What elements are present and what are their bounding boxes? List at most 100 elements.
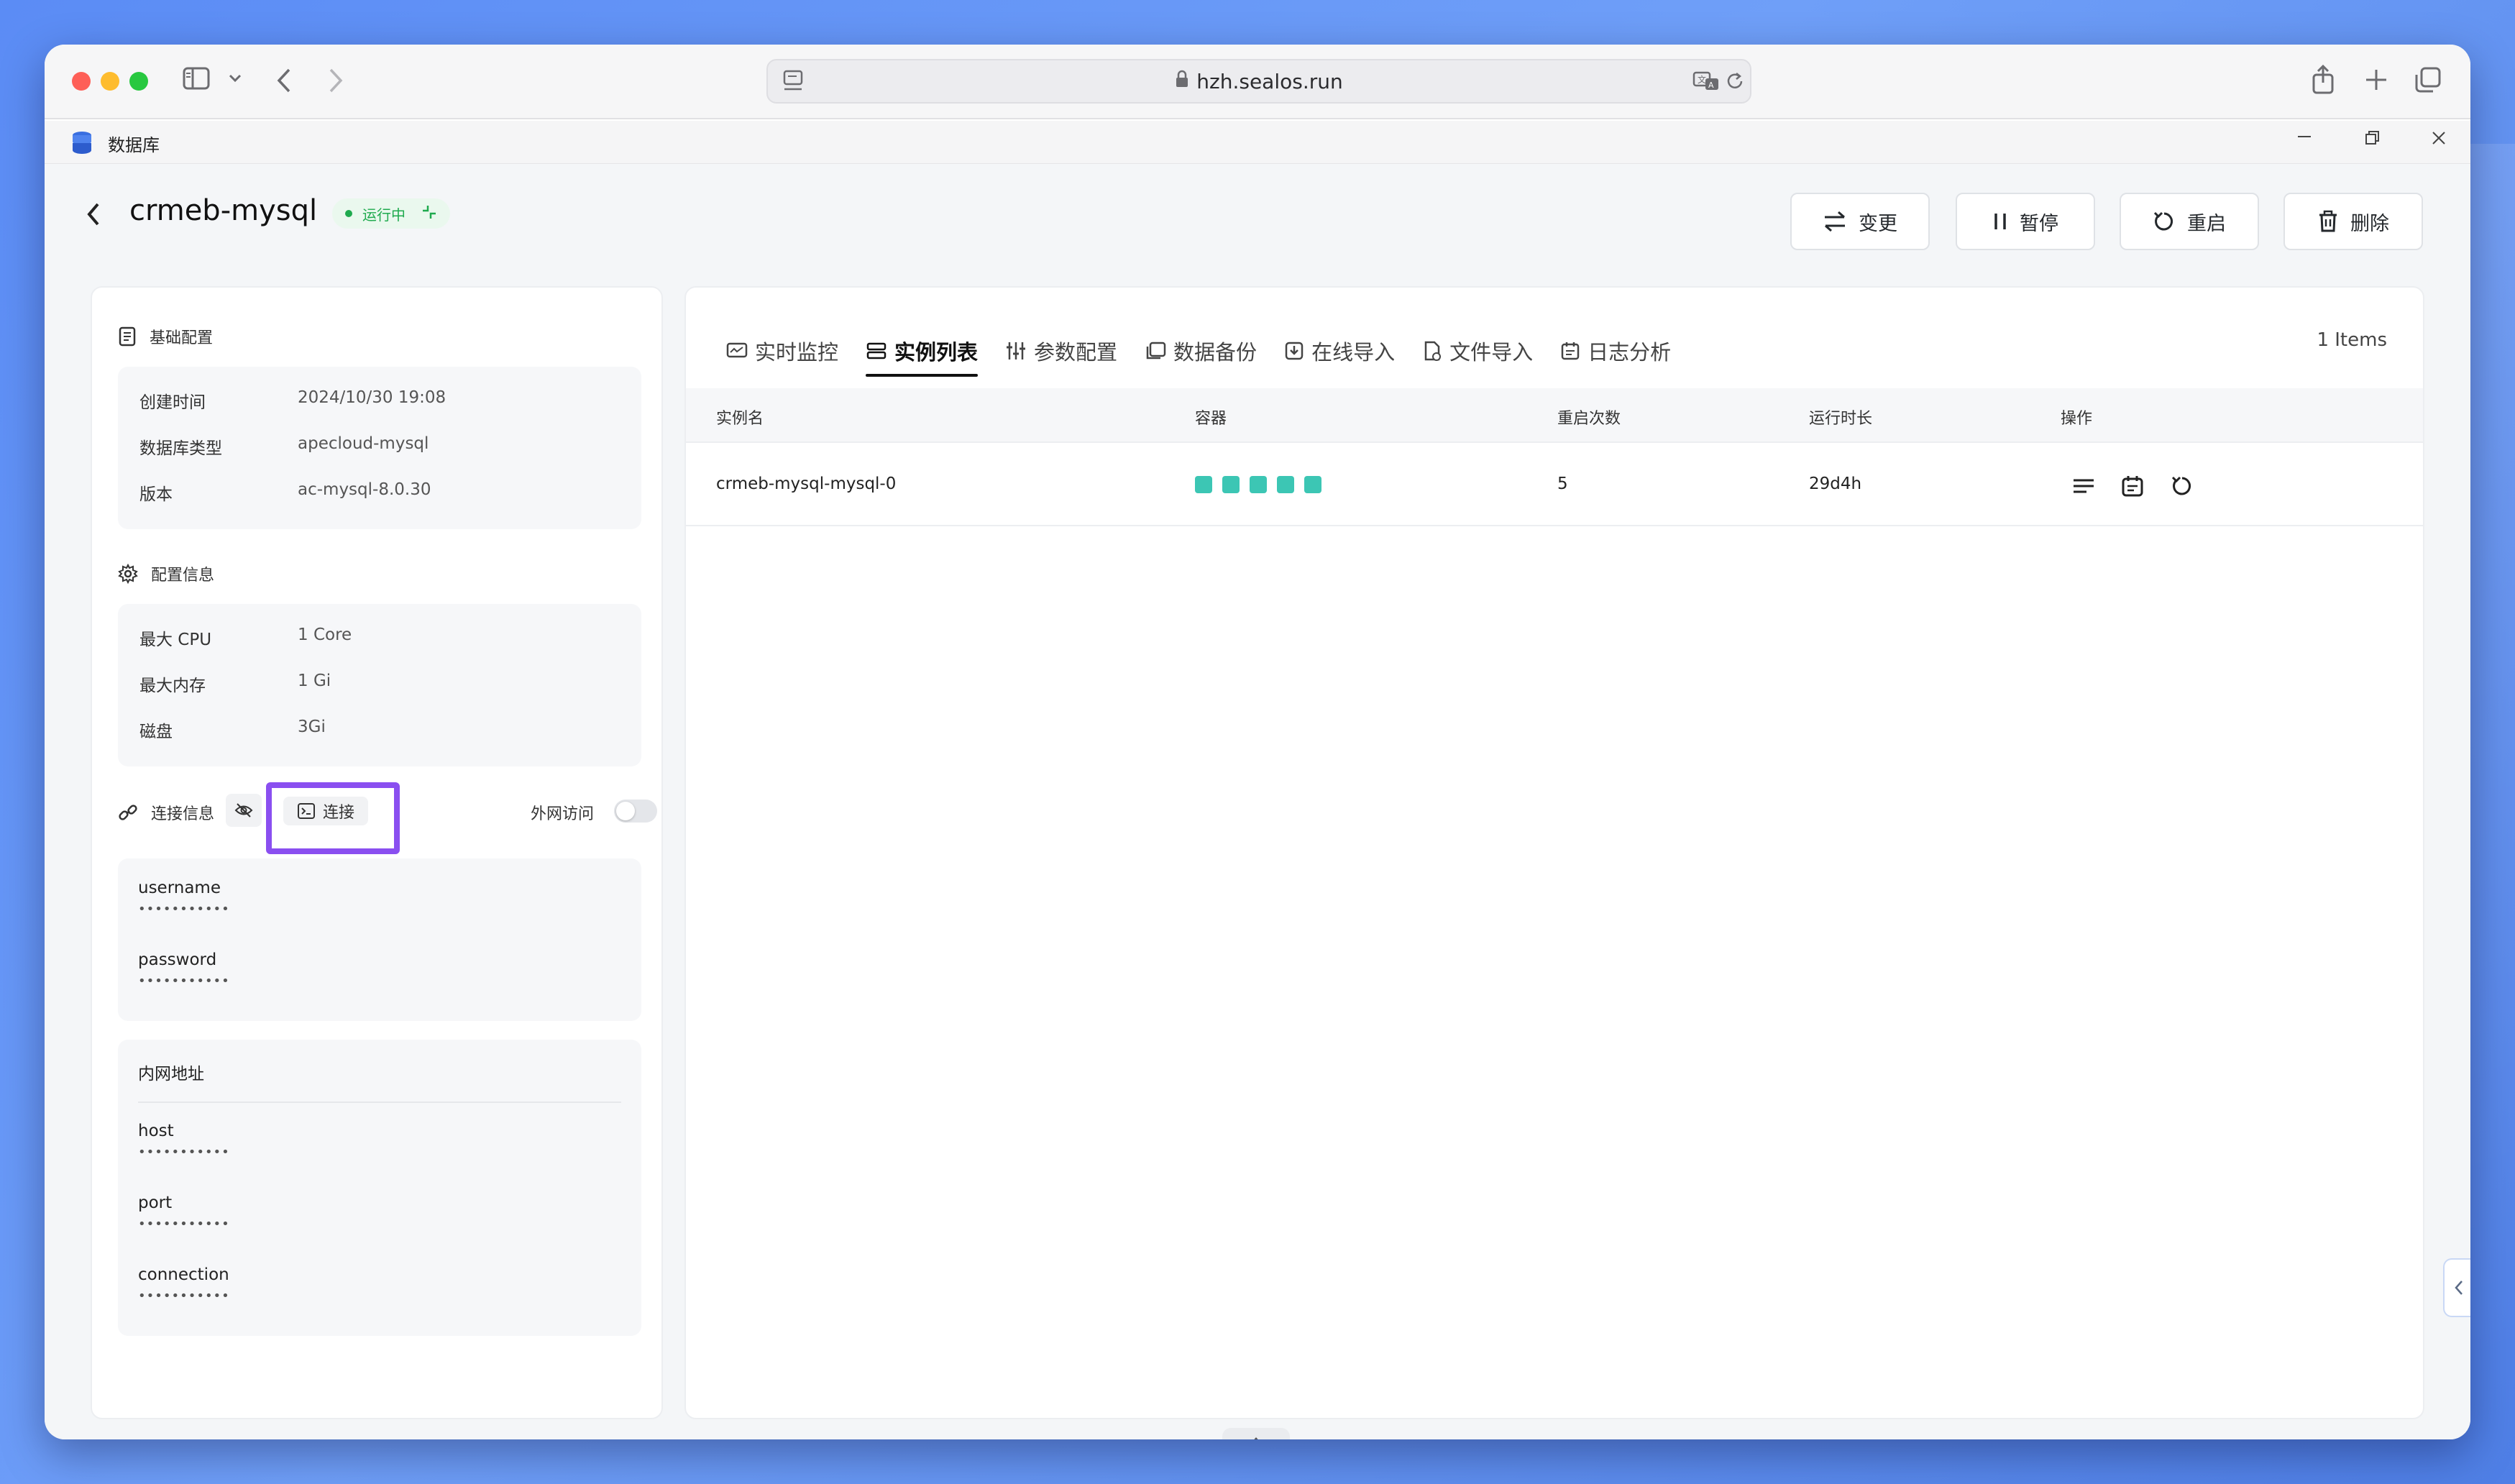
import-icon — [1285, 342, 1304, 360]
file-import-icon — [1424, 341, 1442, 361]
password-field: password ••••••••••• — [138, 951, 230, 989]
table-row[interactable]: crmeb-mysql-mysql-0 5 29d4h — [686, 444, 2423, 526]
config-info-header: 配置信息 — [118, 562, 214, 585]
logs-calendar-icon[interactable] — [2118, 472, 2147, 500]
app-title-bar: 数据库 — [45, 121, 2470, 164]
reload-icon[interactable] — [1724, 70, 1746, 92]
new-tab-icon[interactable] — [2364, 68, 2388, 92]
status-badge: 运行中 — [332, 198, 450, 229]
instance-name: crmeb-mysql-mysql-0 — [716, 475, 897, 493]
details-icon[interactable] — [2069, 472, 2098, 500]
container-status — [1195, 476, 1332, 493]
bottom-drawer-handle[interactable] — [1222, 1428, 1290, 1439]
translate-icon[interactable]: 文A — [1692, 70, 1721, 92]
side-drawer-toggle[interactable] — [2443, 1258, 2470, 1317]
trash-icon — [2319, 210, 2337, 232]
sidebar-toggle-icon[interactable] — [183, 66, 211, 91]
database-logo-icon — [70, 131, 93, 158]
tab-log-analysis[interactable]: 日志分析 — [1560, 328, 1671, 374]
username-field: username ••••••••••• — [138, 879, 230, 917]
page-title: crmeb-mysql — [129, 194, 318, 227]
chevron-down-icon[interactable] — [229, 73, 242, 83]
share-icon[interactable] — [2311, 65, 2335, 95]
tab-params[interactable]: 参数配置 — [1005, 328, 1117, 374]
app-name: 数据库 — [108, 135, 160, 155]
column-header: 重启次数 — [1557, 410, 1621, 428]
port-field: port ••••••••••• — [138, 1194, 230, 1232]
basic-config-header: 基础配置 — [118, 325, 213, 348]
row-actions — [2069, 472, 2216, 500]
browser-window: hzh.sealos.run 文A 数据库 crmeb-mysql 运行中 变更… — [45, 45, 2470, 1439]
document-icon — [119, 326, 136, 347]
column-header: 运行时长 — [1809, 410, 1873, 428]
swap-icon — [1825, 211, 1845, 232]
tab-backup[interactable]: 数据备份 — [1145, 328, 1257, 374]
connection-field: connection ••••••••••• — [138, 1265, 230, 1304]
internal-address-box: 内网地址 host ••••••••••• port ••••••••••• c… — [118, 1040, 641, 1336]
config-info-box: 最大 CPU 1 Core 最大内存 1 Gi 磁盘 3Gi — [118, 604, 641, 766]
internal-address-title: 内网地址 — [138, 1065, 204, 1084]
zoom-window-button[interactable] — [129, 72, 148, 91]
close-app-button[interactable] — [2430, 129, 2447, 152]
items-count: 1 Items — [2317, 329, 2387, 351]
column-header: 操作 — [2061, 410, 2093, 428]
basic-config-box: 创建时间 2024/10/30 19:08 数据库类型 apecloud-mys… — [118, 367, 641, 529]
terminal-icon — [297, 803, 315, 819]
address-bar[interactable]: hzh.sealos.run 文A — [766, 59, 1751, 104]
pause-button[interactable]: 暂停 — [1956, 193, 2095, 250]
container-square — [1222, 476, 1240, 493]
delete-button[interactable]: 删除 — [2283, 193, 2423, 250]
toggle-visibility-button[interactable] — [226, 794, 262, 827]
column-header: 容器 — [1195, 410, 1227, 428]
svg-text:文: 文 — [1698, 74, 1706, 85]
restore-app-button[interactable] — [2364, 129, 2381, 152]
column-header: 实例名 — [716, 410, 764, 428]
close-window-button[interactable] — [72, 72, 91, 91]
connection-info-header: 连接信息 — [118, 801, 214, 824]
browser-toolbar: hzh.sealos.run 文A — [45, 45, 2470, 119]
sliders-icon — [1007, 342, 1026, 359]
back-icon[interactable] — [276, 68, 292, 93]
log-icon — [1561, 342, 1580, 360]
restart-button[interactable]: 重启 — [2120, 193, 2259, 250]
tab-overview-icon[interactable] — [2414, 66, 2442, 93]
backup-icon — [1146, 342, 1166, 359]
lock-icon — [1175, 70, 1189, 93]
tab-online-import[interactable]: 在线导入 — [1284, 328, 1395, 374]
back-arrow-icon[interactable] — [85, 200, 102, 232]
tab-bar: 实时监控 实例列表 参数配置 数据备份 在线导入 文件导入 日志分析 — [726, 328, 1698, 377]
gear-icon — [118, 564, 138, 584]
collapse-icon[interactable] — [421, 204, 437, 224]
restart-instance-icon[interactable] — [2167, 472, 2196, 500]
container-square — [1250, 476, 1267, 493]
list-icon — [866, 342, 887, 359]
connection-info-row: 连接信息 连接 外网访问 — [118, 782, 657, 854]
connect-button[interactable]: 连接 — [283, 797, 368, 825]
forward-icon[interactable] — [328, 68, 344, 93]
table-header: 实例名 容器 重启次数 运行时长 操作 — [686, 388, 2423, 443]
tab-monitor[interactable]: 实时监控 — [726, 328, 838, 374]
monitor-icon — [726, 342, 748, 358]
container-square — [1195, 476, 1212, 493]
tab-instance-list[interactable]: 实例列表 — [866, 328, 979, 377]
uptime: 29d4h — [1809, 475, 1862, 493]
container-square — [1277, 476, 1294, 493]
link-icon — [119, 805, 137, 820]
instance-panel: 实时监控 实例列表 参数配置 数据备份 在线导入 文件导入 日志分析 1 Ite… — [684, 286, 2424, 1419]
url-text: hzh.sealos.run — [768, 60, 1750, 102]
chevron-left-icon — [2455, 1281, 2463, 1295]
host-field: host ••••••••••• — [138, 1122, 230, 1160]
credentials-box: username ••••••••••• password ••••••••••… — [118, 858, 641, 1021]
container-square — [1304, 476, 1321, 493]
chevron-up-icon — [1254, 1437, 1258, 1439]
minimize-window-button[interactable] — [101, 72, 119, 91]
status-dot — [345, 210, 352, 217]
toggle-knob — [616, 802, 635, 820]
restart-count: 5 — [1557, 475, 1568, 493]
tab-file-import[interactable]: 文件导入 — [1422, 328, 1533, 374]
external-access-toggle[interactable] — [614, 800, 657, 823]
minimize-app-button[interactable] — [2295, 127, 2314, 150]
change-button[interactable]: 变更 — [1790, 193, 1930, 250]
eye-off-icon — [234, 803, 253, 817]
restart-icon — [2153, 211, 2173, 231]
